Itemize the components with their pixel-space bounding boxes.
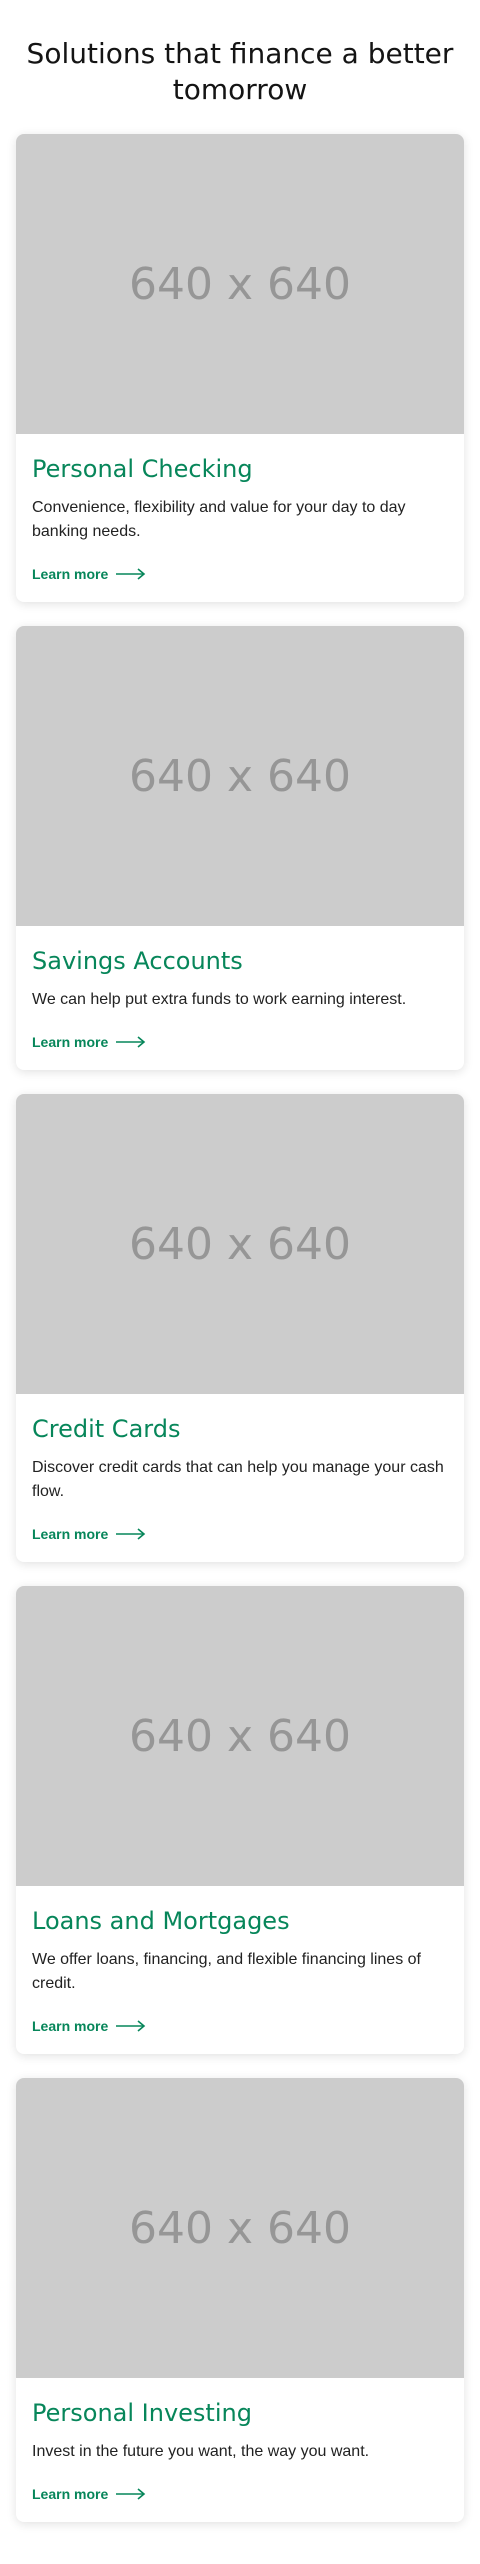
- learn-more-label: Learn more: [32, 1526, 109, 1542]
- card-description: We can help put extra funds to work earn…: [32, 991, 407, 1008]
- learn-more-label: Learn more: [32, 2486, 109, 2502]
- product-card: 640 x 640 Loans and Mortgages We offer l…: [16, 1586, 464, 2054]
- learn-more-label: Learn more: [32, 1034, 109, 1050]
- product-card: 640 x 640 Savings Accounts We can help p…: [16, 626, 464, 1070]
- card-description: Convenience, flexibility and value for y…: [32, 499, 406, 540]
- card-title: Savings Accounts: [32, 947, 243, 975]
- learn-more-link[interactable]: Learn more: [32, 566, 146, 582]
- card-body: Personal Checking Convenience, flexibili…: [16, 434, 464, 602]
- section-title: Solutions that finance a better tomorrow: [26, 37, 454, 106]
- placeholder-label: 640 x 640: [129, 750, 351, 802]
- card-description: Invest in the future you want, the way y…: [32, 2443, 370, 2460]
- learn-more-link[interactable]: Learn more: [32, 1526, 146, 1542]
- card-body: Savings Accounts We can help put extra f…: [16, 926, 464, 1070]
- arrow-right-icon: [116, 2020, 146, 2032]
- card-image-placeholder: 640 x 640: [16, 134, 464, 434]
- card-image-placeholder: 640 x 640: [16, 2078, 464, 2378]
- card-description: Discover credit cards that can help you …: [32, 1459, 444, 1500]
- arrow-right-icon: [116, 1036, 146, 1048]
- learn-more-link[interactable]: Learn more: [32, 2486, 146, 2502]
- card-body: Credit Cards Discover credit cards that …: [16, 1394, 464, 1562]
- card-image-placeholder: 640 x 640: [16, 1094, 464, 1394]
- learn-more-label: Learn more: [32, 2018, 109, 2034]
- card-title: Personal Investing: [32, 2399, 252, 2427]
- solutions-section: Solutions that finance a better tomorrow…: [0, 0, 480, 2522]
- card-title: Loans and Mortgages: [32, 1907, 290, 1935]
- card-image-placeholder: 640 x 640: [16, 626, 464, 926]
- card-title: Credit Cards: [32, 1415, 181, 1443]
- card-body: Loans and Mortgages We offer loans, fina…: [16, 1886, 464, 2054]
- arrow-right-icon: [116, 2488, 146, 2500]
- card-title: Personal Checking: [32, 455, 253, 483]
- placeholder-label: 640 x 640: [129, 1710, 351, 1762]
- arrow-right-icon: [116, 568, 146, 580]
- card-description: We offer loans, financing, and flexible …: [32, 1951, 421, 1992]
- placeholder-label: 640 x 640: [129, 258, 351, 310]
- placeholder-label: 640 x 640: [129, 1218, 351, 1270]
- learn-more-link[interactable]: Learn more: [32, 1034, 146, 1050]
- card-image-placeholder: 640 x 640: [16, 1586, 464, 1886]
- learn-more-label: Learn more: [32, 566, 109, 582]
- placeholder-label: 640 x 640: [129, 2202, 351, 2254]
- product-card: 640 x 640 Personal Checking Convenience,…: [16, 134, 464, 602]
- card-body: Personal Investing Invest in the future …: [16, 2378, 464, 2522]
- product-card: 640 x 640 Credit Cards Discover credit c…: [16, 1094, 464, 1562]
- arrow-right-icon: [116, 1528, 146, 1540]
- learn-more-link[interactable]: Learn more: [32, 2018, 146, 2034]
- product-card: 640 x 640 Personal Investing Invest in t…: [16, 2078, 464, 2522]
